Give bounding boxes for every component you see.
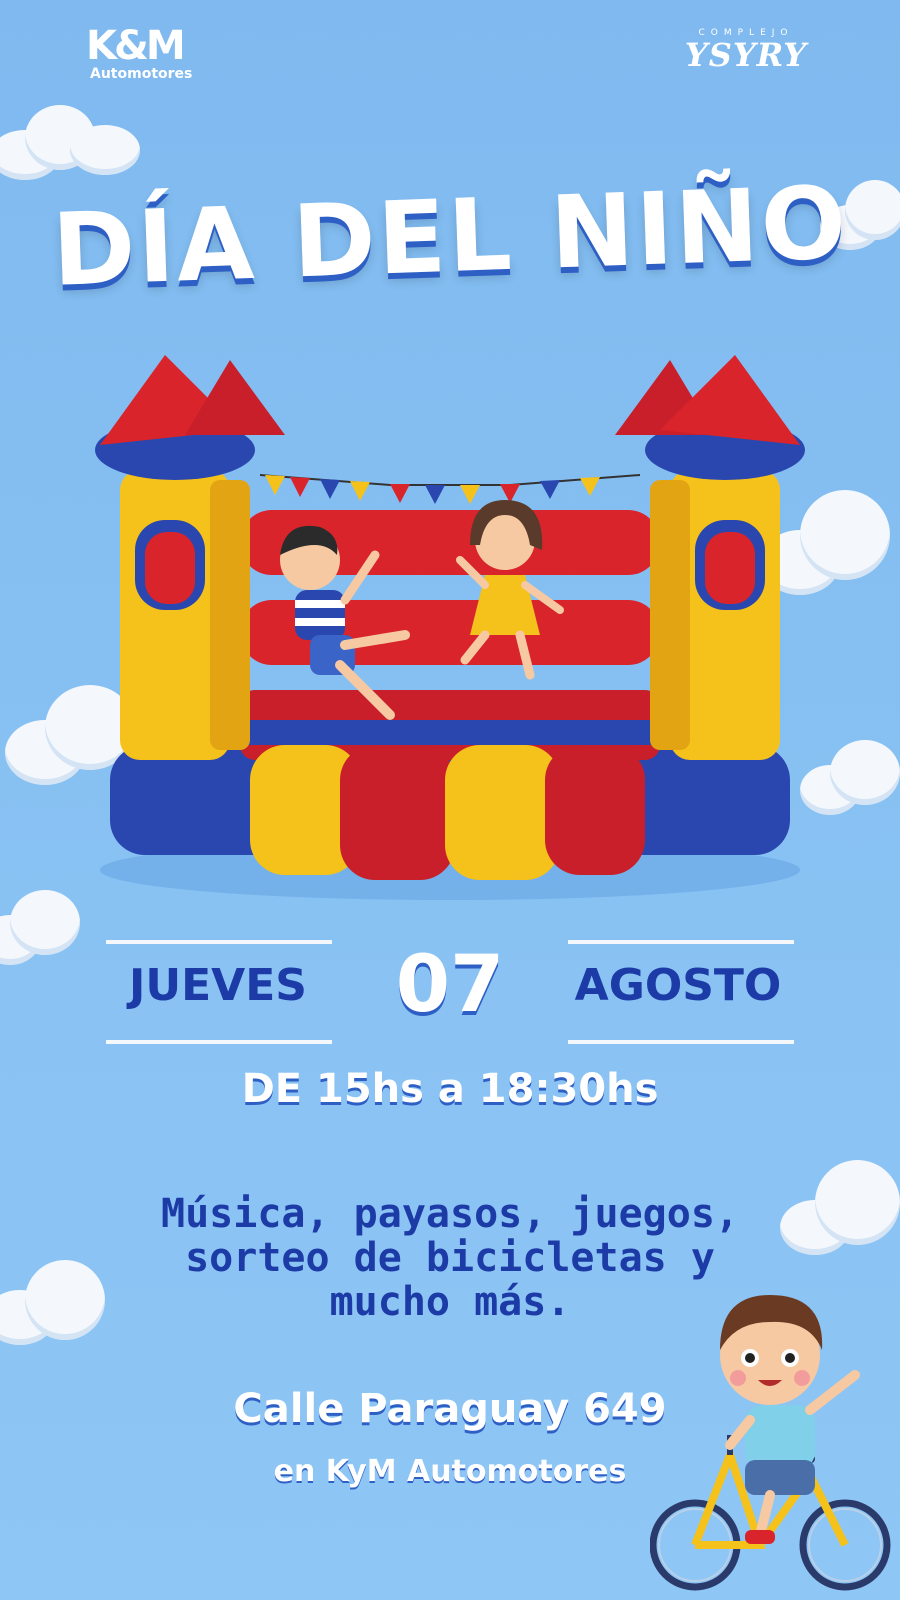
cloud-left-bottom — [0, 1260, 125, 1350]
date-month: AGOSTO — [574, 960, 782, 1011]
date-divider-bottom-right — [568, 1040, 794, 1044]
complejo-ysyry-logo: COMPLEJO YSYRY — [676, 28, 816, 88]
date-divider-top-left — [106, 940, 332, 944]
activities-line-1: Música, payasos, juegos, — [161, 1191, 739, 1237]
event-time: DE 15hs a 18:30hs — [241, 1066, 659, 1112]
bouncy-castle-illustration — [95, 355, 805, 900]
km-logo-mark: K&M — [86, 23, 186, 69]
cloud-right-bottom — [780, 1160, 900, 1260]
date-day: 07 — [395, 940, 505, 1030]
km-automotores-logo: K&M Automotores — [86, 23, 221, 88]
activities-line-2: sorteo de bicicletas y — [185, 1235, 715, 1281]
ysyry-logo-wordmark: YSYRY — [684, 36, 808, 74]
cloud-right-lower — [800, 740, 900, 820]
event-title: DÍA DEL NIÑO — [50, 164, 850, 309]
cloud-top-left — [0, 100, 150, 180]
boy-on-bicycle-illustration — [650, 1295, 891, 1591]
date-divider-top-right — [568, 940, 794, 944]
cloud-left-lower — [0, 890, 100, 970]
km-logo-text: Automotores — [90, 66, 193, 82]
date-weekday: JUEVES — [129, 960, 307, 1011]
date-divider-bottom-left — [106, 1040, 332, 1044]
